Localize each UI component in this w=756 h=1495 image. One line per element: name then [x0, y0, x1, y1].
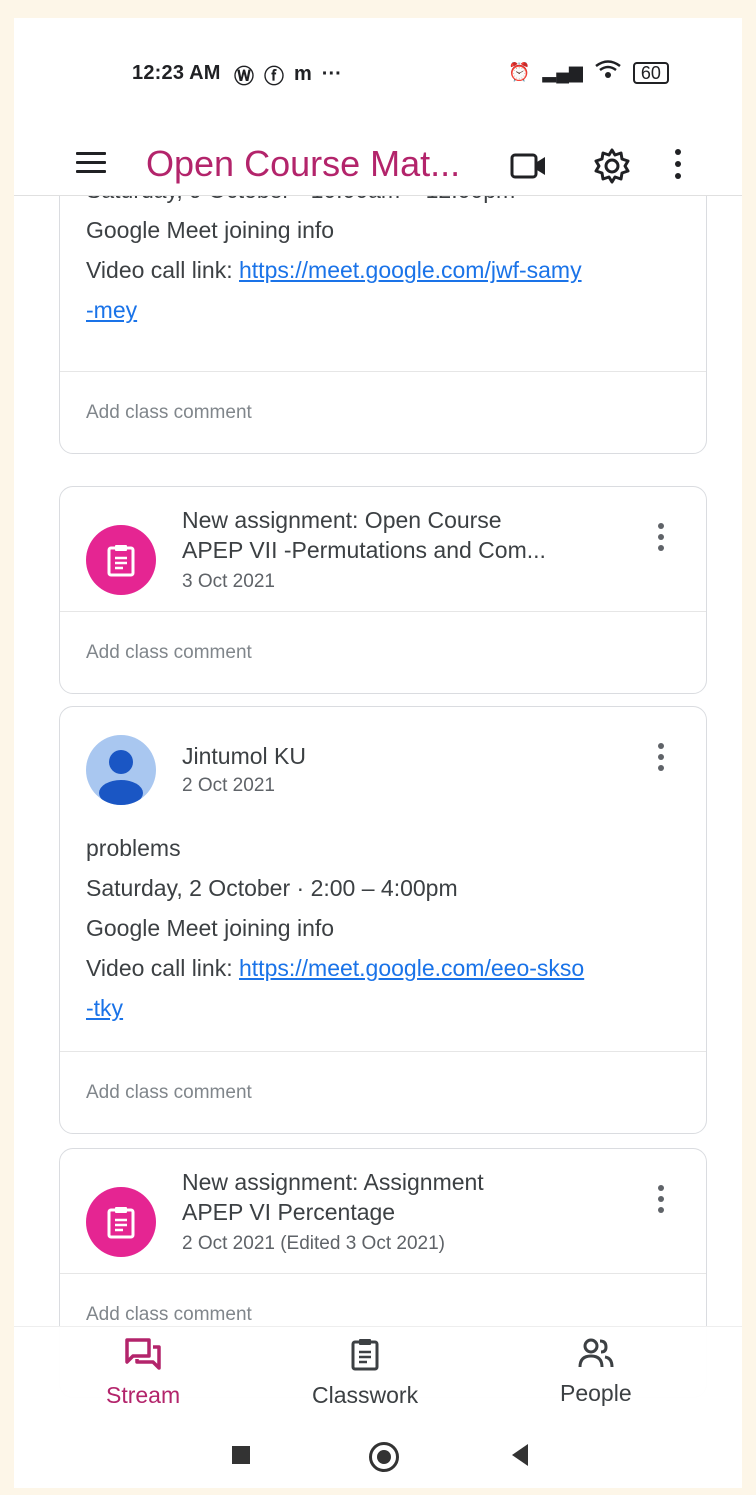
assignment-date: 2 Oct 2021 (Edited 3 Oct 2021) [182, 1233, 445, 1254]
add-comment-row[interactable]: Add class comment [60, 371, 706, 453]
home-icon[interactable] [369, 1442, 399, 1472]
tab-people[interactable]: People [560, 1337, 632, 1407]
more-notifications-icon: ··· [321, 63, 342, 85]
battery-icon: 60 [632, 61, 669, 84]
assignment-title: APEP VII -Permutations and Com... [182, 537, 546, 563]
post-card: Jintumol KU 2 Oct 2021 problems Saturday… [59, 706, 707, 1134]
phone-screen: 12:23 AM Ⓦ ⓕ m ··· ⏰ ▂▄▆ 60 Open Course … [14, 18, 742, 1488]
system-navigation-bar [14, 1422, 742, 1488]
assignment-title: New assignment: Open Course [182, 507, 502, 533]
tab-stream[interactable]: Stream [106, 1337, 180, 1409]
add-comment-placeholder[interactable]: Add class comment [86, 1304, 252, 1326]
link-prefix: Video call link: [86, 257, 239, 283]
assignment-title: New assignment: Assignment [182, 1169, 484, 1195]
post-text: Google Meet joining info [86, 915, 335, 941]
post-text: Google Meet joining info [86, 217, 335, 243]
notification-icons: Ⓦ ⓕ m ··· [234, 60, 342, 89]
status-bar: 12:23 AM Ⓦ ⓕ m ··· ⏰ ▂▄▆ 60 [14, 18, 742, 128]
more-vert-icon[interactable] [658, 523, 670, 556]
meet-link[interactable]: https://meet.google.com/jwf-samy [239, 257, 582, 283]
whatsapp-icon: Ⓦ [234, 66, 254, 88]
wifi-icon [595, 60, 621, 85]
gmail-icon: m [294, 63, 312, 85]
menu-icon[interactable] [76, 152, 106, 174]
stream-icon [124, 1338, 162, 1375]
tab-classwork[interactable]: Classwork [312, 1337, 418, 1409]
tab-people-label: People [560, 1380, 632, 1406]
signal-icon: ▂▄▆ [542, 62, 583, 82]
facebook-icon: ⓕ [264, 66, 284, 88]
more-vert-icon[interactable] [672, 148, 684, 185]
post-card: Saturday, 9 October · 10:00am – 12:00pm … [59, 156, 707, 454]
add-comment-row[interactable]: Add class comment [60, 611, 706, 693]
alarm-icon: ⏰ [508, 62, 531, 82]
video-camera-icon[interactable] [510, 152, 548, 185]
post-date: 2 Oct 2021 [182, 775, 275, 796]
back-icon[interactable] [512, 1444, 528, 1466]
bottom-navigation: Stream Classwork People [14, 1326, 742, 1422]
page-title: Open Course Mat... [146, 143, 461, 184]
settings-gear-icon[interactable] [592, 146, 632, 191]
add-comment-placeholder[interactable]: Add class comment [86, 1082, 252, 1104]
system-icons: ⏰ ▂▄▆ 60 [508, 60, 669, 85]
meet-link[interactable]: https://meet.google.com/eeo-skso [239, 955, 584, 981]
avatar [86, 735, 156, 805]
recents-icon[interactable] [232, 1446, 250, 1464]
tab-stream-label: Stream [106, 1382, 181, 1408]
app-bar: Open Course Mat... [14, 116, 742, 196]
classwork-icon [350, 1339, 380, 1375]
assignment-card[interactable]: New assignment: Open Course APEP VII -Pe… [59, 486, 707, 694]
post-text: Video call link: https://meet.google.com… [86, 955, 584, 982]
tab-classwork-label: Classwork [312, 1382, 419, 1408]
meet-link[interactable]: -mey [86, 297, 137, 324]
more-vert-icon[interactable] [658, 1185, 670, 1218]
assignment-icon [86, 1187, 156, 1257]
assignment-icon [86, 525, 156, 595]
meet-link[interactable]: -tky [86, 995, 123, 1022]
assignment-title: APEP VI Percentage [182, 1199, 396, 1225]
link-prefix: Video call link: [86, 955, 239, 981]
post-text: Saturday, 2 October · 2:00 – 4:00pm [86, 875, 458, 901]
add-comment-placeholder[interactable]: Add class comment [86, 642, 252, 664]
post-author: Jintumol KU [182, 743, 306, 769]
add-comment-placeholder[interactable]: Add class comment [86, 402, 252, 424]
post-text: Video call link: https://meet.google.com… [86, 257, 582, 284]
people-icon [578, 1338, 614, 1373]
post-text: problems [86, 835, 181, 861]
assignment-date: 3 Oct 2021 [182, 571, 275, 592]
add-comment-row[interactable]: Add class comment [60, 1051, 706, 1133]
status-time: 12:23 AM [132, 62, 221, 84]
more-vert-icon[interactable] [658, 743, 670, 776]
